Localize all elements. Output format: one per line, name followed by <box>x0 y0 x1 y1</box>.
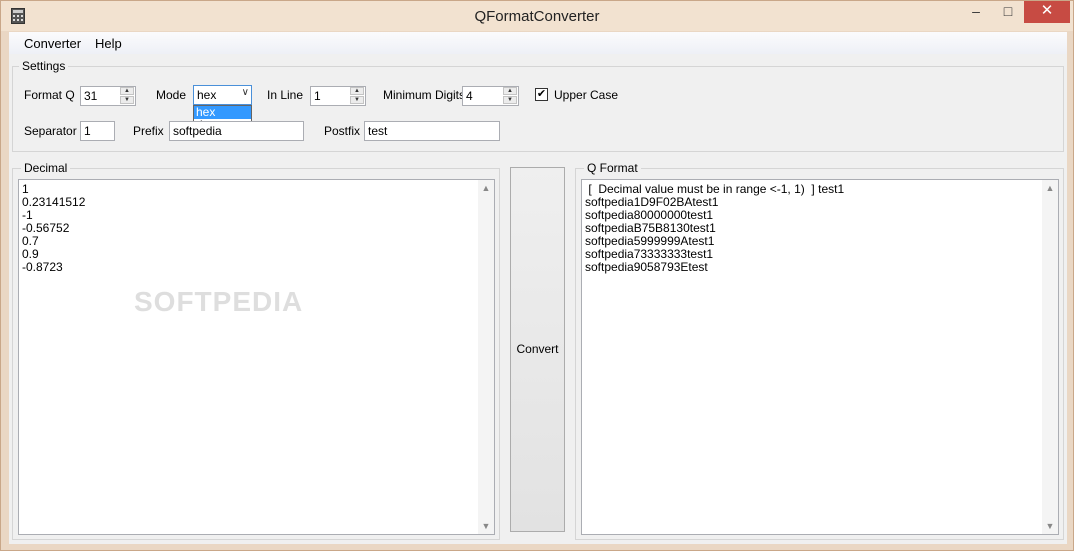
spin-up-icon[interactable]: ▲ <box>120 87 134 95</box>
decimal-line: -0.8723 <box>22 260 63 274</box>
qformat-scrollbar[interactable]: ▲ ▼ <box>1042 180 1058 534</box>
mode-label: Mode <box>156 88 187 102</box>
menu-converter[interactable]: Converter <box>24 36 81 51</box>
decimal-textarea[interactable]: 1 0.23141512 -1 -0.56752 0.7 0.9 -0.8723… <box>18 179 495 535</box>
postfix-input[interactable]: test <box>364 121 500 141</box>
minimize-button[interactable]: – <box>961 1 991 23</box>
spin-down-icon[interactable]: ▼ <box>503 96 517 104</box>
spin-up-icon[interactable]: ▲ <box>350 87 364 95</box>
menu-help[interactable]: Help <box>95 36 122 51</box>
upper-case-checkbox[interactable]: ✔ <box>535 88 548 101</box>
prefix-input[interactable]: softpedia <box>169 121 304 141</box>
window-title: QFormatConverter <box>474 8 600 25</box>
in-line-spinner[interactable]: 1 ▲ ▼ <box>310 86 366 106</box>
scroll-down-icon[interactable]: ▼ <box>478 518 494 534</box>
app-window: QFormatConverter – □ ✕ Converter Help Se… <box>0 0 1074 551</box>
qformat-group-label: Q Format <box>584 161 641 175</box>
qformat-line: softpedia9058793Etest <box>585 260 708 274</box>
format-q-value: 31 <box>84 89 98 103</box>
minimum-digits-value: 4 <box>466 89 473 103</box>
qformat-textarea[interactable]: [ Decimal value must be in range <-1, 1)… <box>581 179 1059 535</box>
prefix-label: Prefix <box>133 124 164 138</box>
softpedia-watermark: SOFTPEDIA <box>134 286 304 317</box>
upper-case-label: Upper Case <box>554 88 619 102</box>
scroll-up-icon[interactable]: ▲ <box>1042 180 1058 196</box>
chevron-down-icon[interactable]: ∨ <box>242 87 249 98</box>
mode-value: hex <box>197 88 217 102</box>
in-line-label: In Line <box>267 88 304 102</box>
minimum-digits-spinner[interactable]: 4 ▲ ▼ <box>462 86 519 106</box>
menu-bar: Converter Help <box>9 32 1067 54</box>
in-line-value: 1 <box>314 89 321 103</box>
decimal-group-label: Decimal <box>21 161 71 175</box>
checkmark-icon: ✔ <box>536 88 547 100</box>
format-q-label: Format Q <box>24 88 75 102</box>
client-area: Converter Help Settings Format Q 31 ▲ ▼ … <box>9 32 1067 544</box>
separator-label: Separator <box>24 124 77 138</box>
separator-input[interactable]: 1 <box>80 121 115 141</box>
spin-down-icon[interactable]: ▼ <box>350 96 364 104</box>
close-button[interactable]: ✕ <box>1024 1 1070 23</box>
title-bar[interactable]: QFormatConverter – □ ✕ <box>1 1 1073 31</box>
spin-up-icon[interactable]: ▲ <box>503 87 517 95</box>
scroll-down-icon[interactable]: ▼ <box>1042 518 1058 534</box>
scroll-up-icon[interactable]: ▲ <box>478 180 494 196</box>
convert-button[interactable]: Convert <box>510 167 565 532</box>
format-q-spinner[interactable]: 31 ▲ ▼ <box>80 86 136 106</box>
maximize-button[interactable]: □ <box>993 1 1023 23</box>
minimum-digits-label: Minimum Digits <box>383 88 466 102</box>
spin-down-icon[interactable]: ▼ <box>120 96 134 104</box>
mode-combobox[interactable]: hex ∨ <box>193 85 252 105</box>
postfix-label: Postfix <box>324 124 361 138</box>
decimal-scrollbar[interactable]: ▲ ▼ <box>478 180 494 534</box>
settings-group-label: Settings <box>19 59 69 73</box>
